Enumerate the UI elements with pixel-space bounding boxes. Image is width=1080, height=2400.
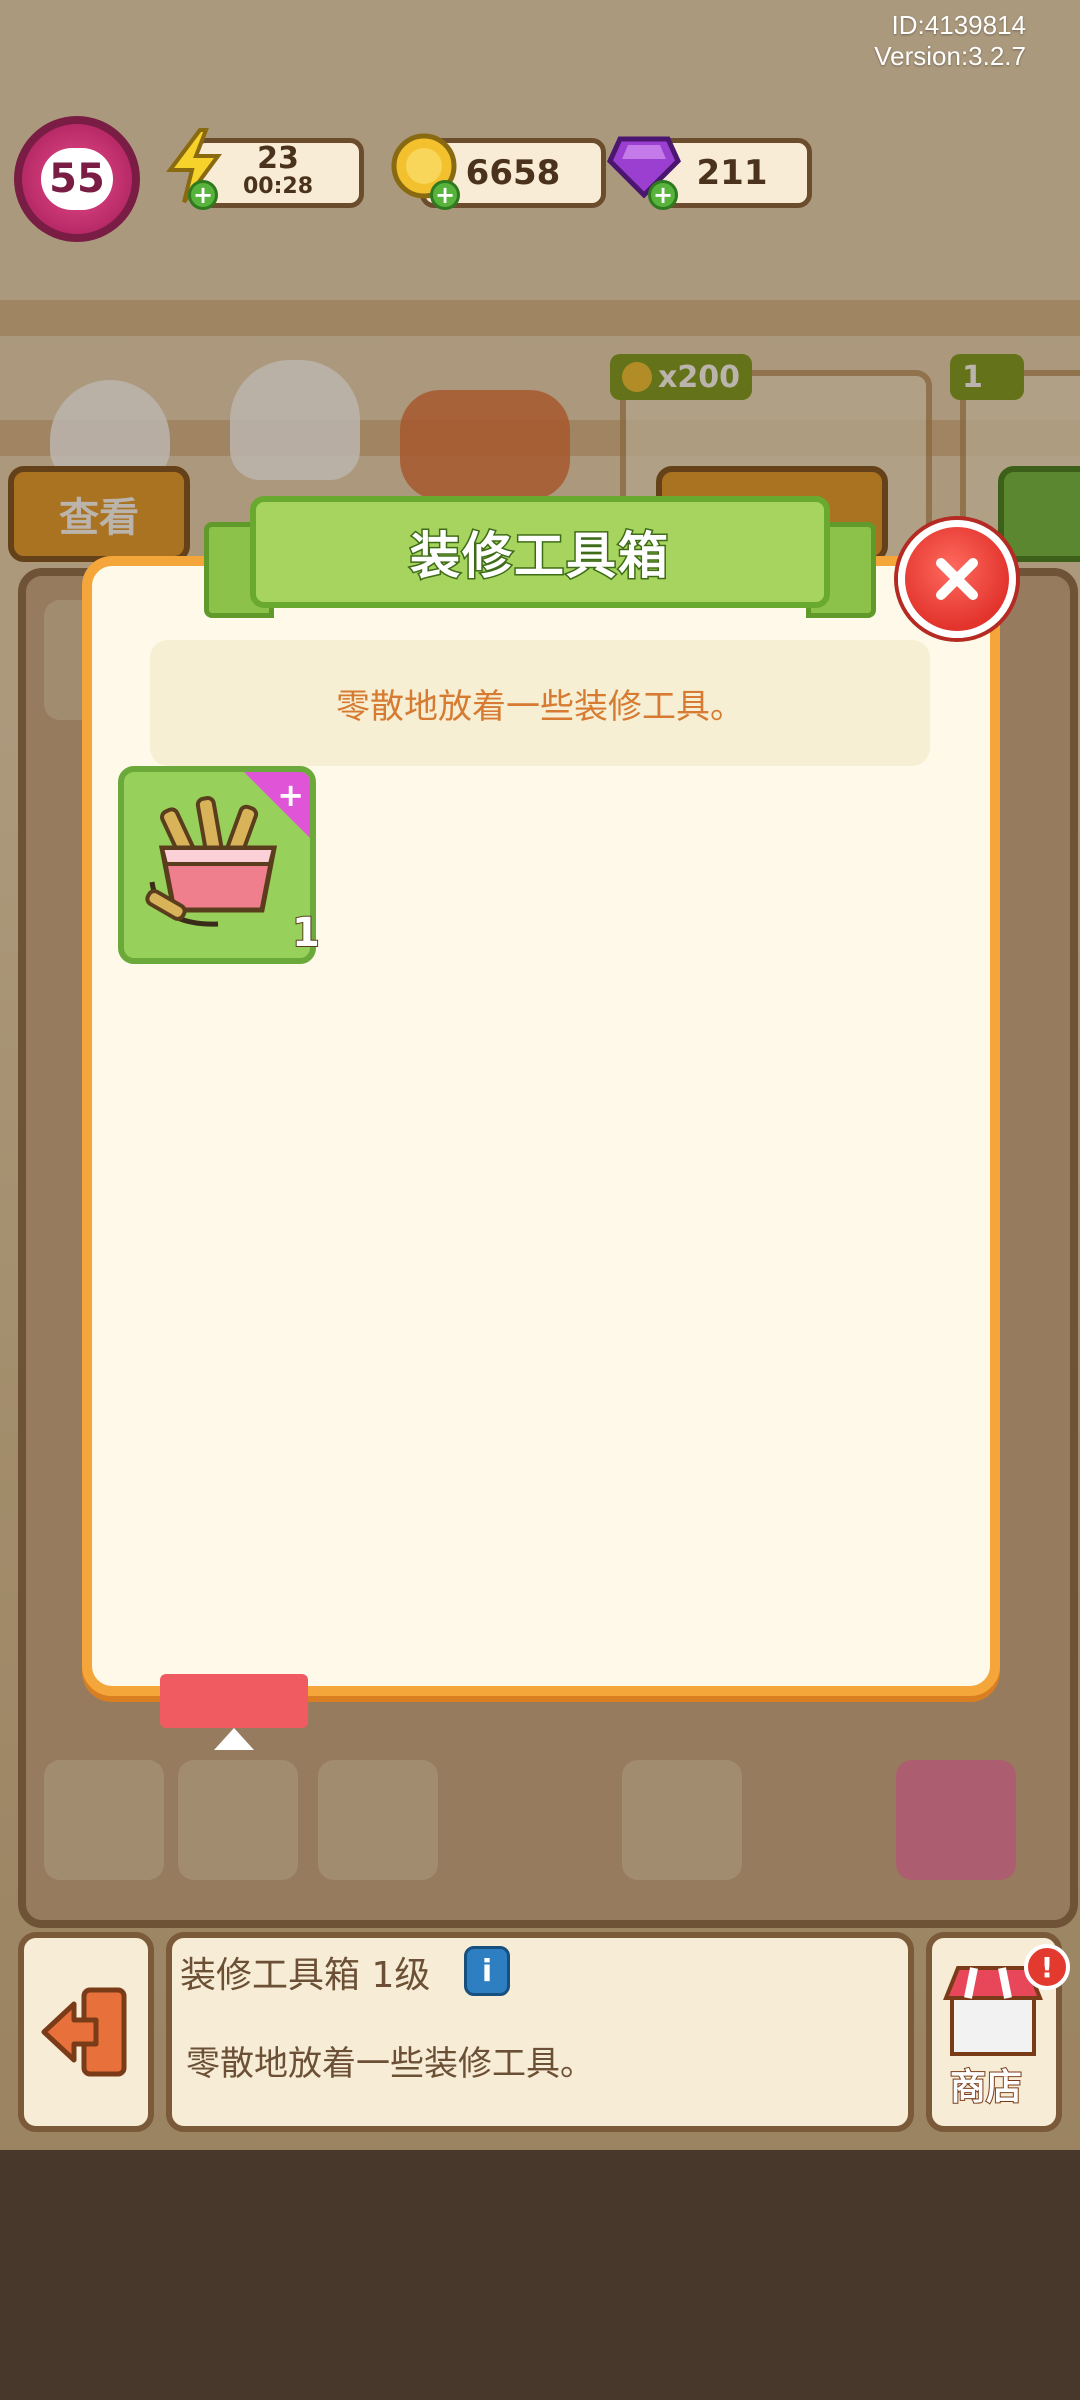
coin-add-button[interactable]: +: [430, 180, 460, 210]
item-slot[interactable]: +: [118, 766, 316, 964]
shop-label: 商店: [949, 2066, 1023, 2109]
info-icon[interactable]: i: [464, 1946, 510, 1996]
gem-add-button[interactable]: +: [648, 180, 678, 210]
player-level: 55: [41, 148, 113, 210]
toolbox-icon: [145, 796, 278, 927]
shop-alert-icon: !: [1024, 1944, 1070, 1990]
item-info-description: 零散地放着一些装修工具。: [186, 2044, 594, 2084]
player-level-badge[interactable]: 55: [14, 116, 140, 242]
modal-title-banner: 装修工具箱: [250, 496, 830, 608]
modal-title: 装修工具箱: [409, 526, 670, 587]
modal-bookmark-ribbon: [160, 1674, 308, 1750]
item-count: 1: [291, 909, 321, 957]
modal-description: 零散地放着一些装修工具。: [336, 686, 744, 727]
modal-description-box: 零散地放着一些装修工具。: [150, 640, 930, 766]
close-icon: [936, 558, 978, 600]
close-button[interactable]: [898, 520, 1016, 638]
energy-add-button[interactable]: +: [188, 180, 218, 210]
energy-timer: 00:28: [242, 174, 314, 199]
account-id-label: ID:4139814 Version:3.2.7: [874, 10, 1026, 72]
gem-value: 211: [696, 153, 768, 193]
version-text: Version:3.2.7: [874, 41, 1026, 71]
energy-value: 23: [257, 141, 299, 176]
exit-door-icon: [41, 1987, 127, 2077]
exit-button[interactable]: [18, 1932, 154, 2132]
bottom-area: [0, 2150, 1080, 2400]
coin-value: 6658: [465, 153, 561, 193]
account-id: ID:4139814: [891, 10, 1026, 40]
item-info-title: 装修工具箱 1级: [180, 1955, 431, 1996]
